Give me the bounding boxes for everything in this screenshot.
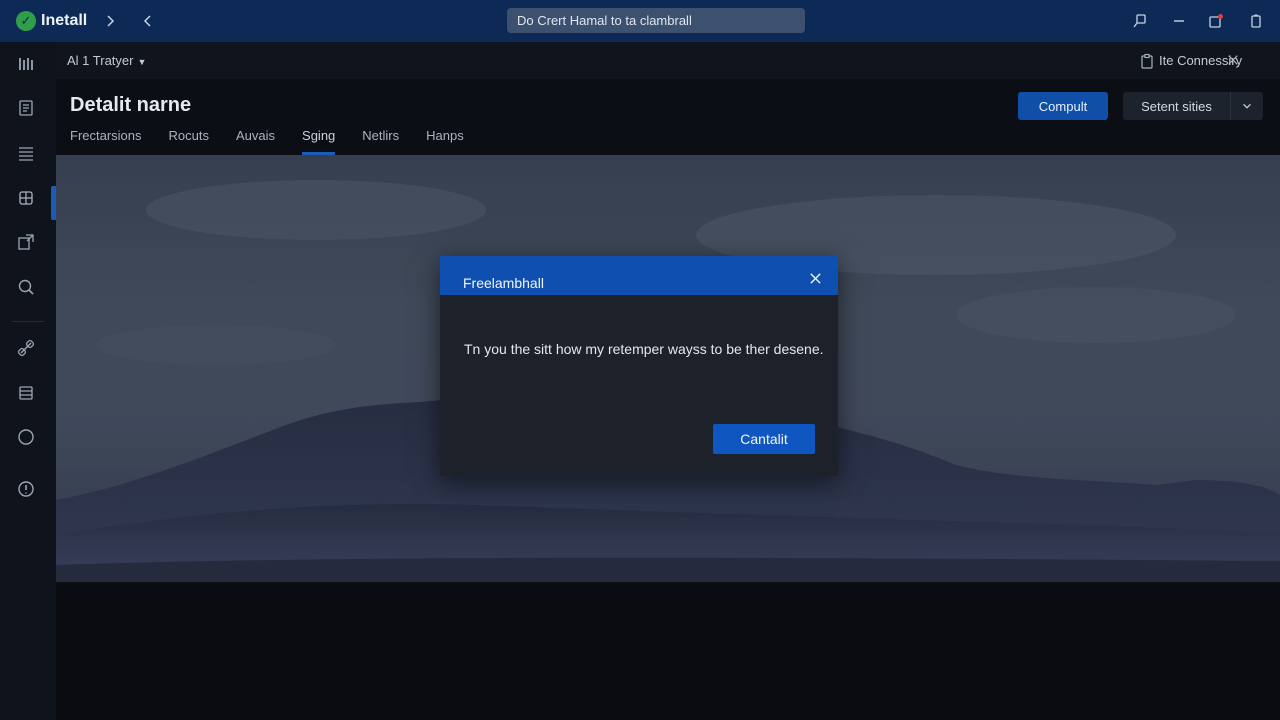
chevron-down-icon[interactable]	[1231, 92, 1263, 120]
tab-sging[interactable]: Sging	[302, 125, 336, 155]
caret-down-icon: ▼	[137, 57, 147, 67]
back-icon[interactable]	[137, 10, 159, 32]
search-input[interactable]: Do Crert Hamal to ta clambrall	[507, 8, 805, 33]
close-icon[interactable]	[1224, 51, 1242, 69]
tab-netlirs[interactable]: Netlirs	[362, 125, 399, 155]
apps-icon[interactable]	[14, 52, 38, 76]
archive-icon[interactable]	[14, 381, 38, 405]
search-icon[interactable]	[14, 275, 38, 299]
primary-button[interactable]: Compult	[1018, 92, 1108, 120]
list-icon[interactable]	[14, 141, 38, 165]
chevron-right-icon[interactable]	[99, 10, 121, 32]
rail-separator	[12, 321, 44, 322]
tab-hanps[interactable]: Hanps	[426, 125, 464, 155]
search-input-value: Do Crert Hamal to ta clambrall	[517, 13, 692, 28]
dialog-message: Tn you the sitt how my retemper wayss to…	[464, 341, 824, 357]
split-button[interactable]: Setent sities	[1123, 92, 1263, 120]
dialog-title: Freelambhall	[463, 275, 544, 291]
dialog-confirm-button[interactable]: Cantalit	[713, 424, 815, 454]
modal-dialog: Freelambhall Tn you the sitt how my rete…	[440, 256, 838, 476]
tab-bar: Frectarsions Rocuts Auvais Sging Netlirs…	[70, 125, 491, 155]
document-icon[interactable]	[14, 96, 38, 120]
minimize-icon[interactable]	[1168, 10, 1190, 32]
pin-icon[interactable]	[1129, 10, 1151, 32]
sub-header: Al 1 Tratyer ▼ Ite Connessiry	[56, 42, 1280, 79]
battery-icon[interactable]	[1245, 10, 1267, 32]
circle-icon[interactable]	[14, 425, 38, 449]
external-link-icon[interactable]	[14, 230, 38, 254]
page-header: Detalit narne Compult Setent sities Frec…	[56, 79, 1280, 155]
page-title: Detalit narne	[70, 94, 192, 116]
cube-icon[interactable]	[14, 186, 38, 210]
title-bar: ✓ Inetall Do Crert Hamal to ta clambrall	[0, 0, 1280, 42]
app-name: Inetall	[41, 12, 88, 29]
notification-icon[interactable]	[1205, 10, 1227, 32]
dialog-close-icon[interactable]	[806, 269, 824, 287]
dialog-header: Freelambhall	[440, 256, 838, 295]
tab-rocuts[interactable]: Rocuts	[169, 125, 209, 155]
clipboard-icon	[1141, 53, 1153, 69]
filter-label: Al 1 Tratyer	[67, 53, 134, 68]
app-logo-icon: ✓	[16, 11, 36, 31]
tab-frectarsions[interactable]: Frectarsions	[70, 125, 142, 155]
tab-auvais[interactable]: Auvais	[236, 125, 275, 155]
content-area	[56, 582, 1280, 720]
info-icon[interactable]	[14, 477, 38, 501]
left-rail	[0, 42, 56, 720]
split-button-label[interactable]: Setent sities	[1123, 92, 1231, 120]
filter-dropdown[interactable]: Al 1 Tratyer ▼	[67, 53, 146, 68]
link-icon[interactable]	[14, 336, 38, 360]
